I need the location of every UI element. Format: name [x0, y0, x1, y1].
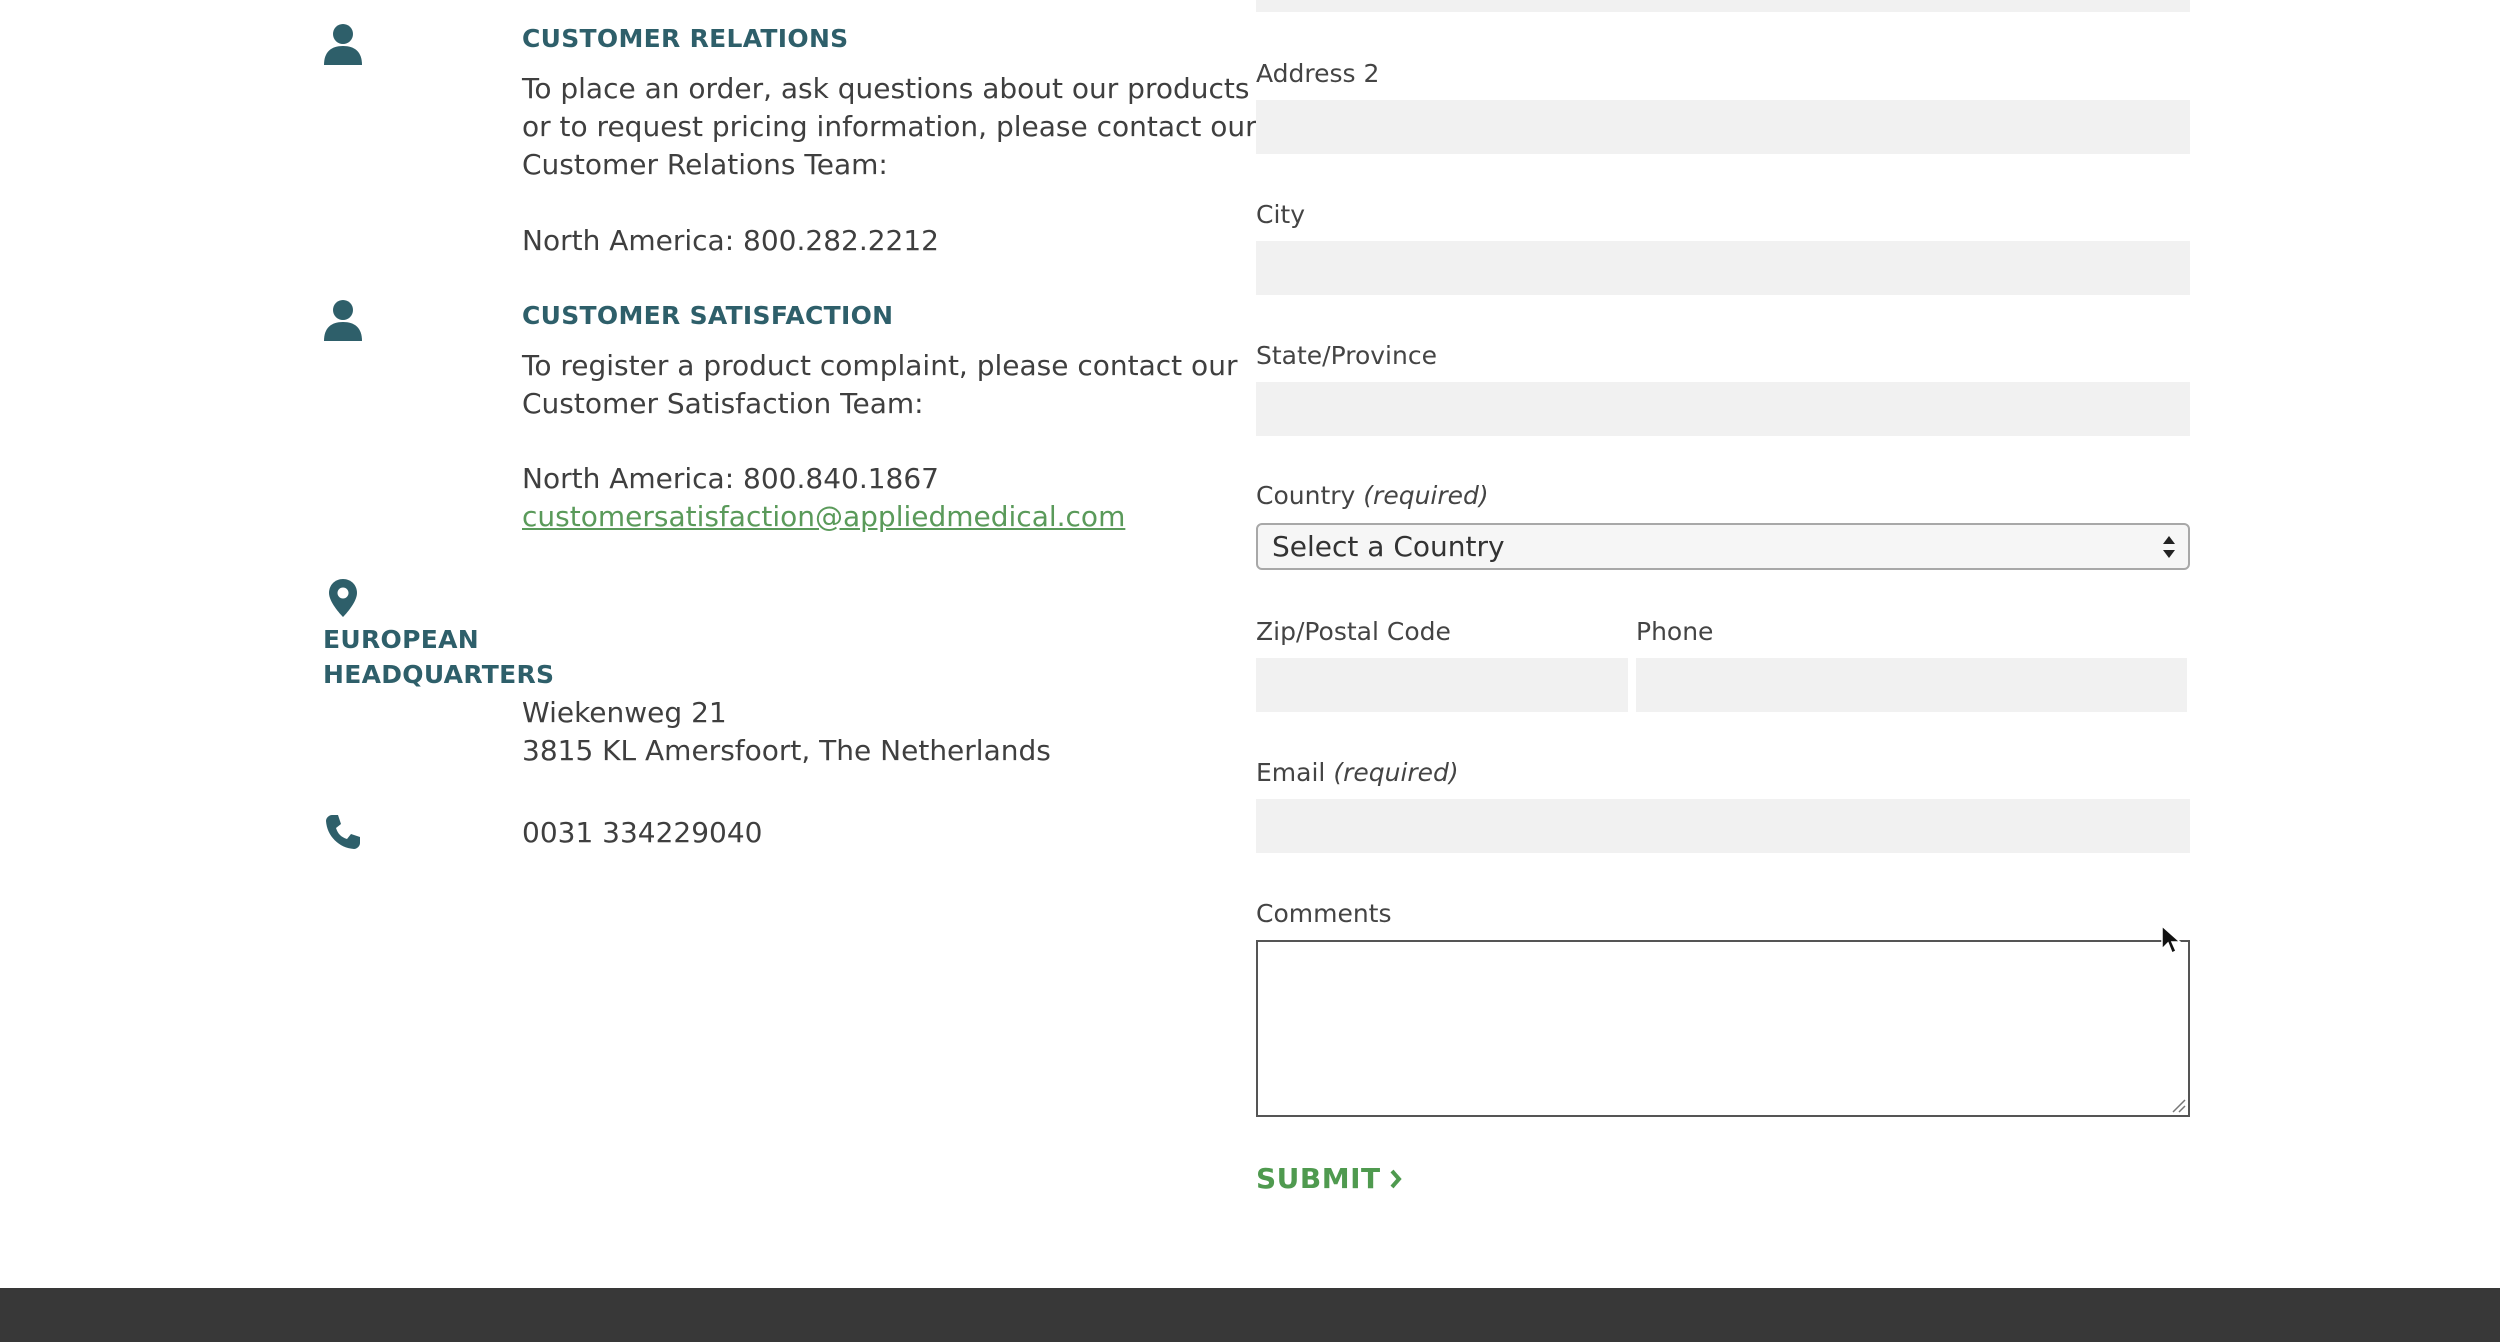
customer-relations-text-line-2: or to request pricing information, pleas…	[522, 110, 1257, 143]
customer-satisfaction-text-line-1: To register a product complaint, please …	[522, 349, 1238, 382]
country-select[interactable]: Select a Country	[1256, 523, 2190, 570]
submit-button[interactable]: SUBMIT	[1256, 1162, 1403, 1195]
customer-satisfaction-text-line-2: Customer Satisfaction Team:	[522, 387, 924, 420]
europe-phone-number: 0031 334229040	[522, 816, 763, 849]
mouse-cursor-icon	[2161, 924, 2182, 955]
phone-label: Phone	[1636, 617, 1714, 646]
customer-satisfaction-heading: CUSTOMER SATISFACTION	[522, 301, 894, 330]
city-input[interactable]	[1256, 241, 2190, 295]
chevron-right-icon	[1390, 1169, 1402, 1188]
european-hq-heading-line-1: EUROPEAN	[323, 625, 479, 654]
footer-bar	[0, 1288, 2500, 1342]
country-select-value: Select a Country	[1272, 530, 1505, 563]
country-required-note: (required)	[1363, 481, 1489, 510]
customer-relations-phone: North America: 800.282.2212	[522, 224, 939, 257]
city-label: City	[1256, 200, 1305, 229]
phone-input[interactable]	[1636, 658, 2187, 712]
email-input[interactable]	[1256, 799, 2190, 853]
country-label-text: Country	[1256, 481, 1356, 510]
customer-satisfaction-phone: North America: 800.840.1867	[522, 462, 939, 495]
comments-label: Comments	[1256, 899, 1392, 928]
phone-icon	[323, 808, 363, 856]
european-hq-heading: EUROPEAN HEADQUARTERS	[323, 622, 554, 692]
address2-label: Address 2	[1256, 59, 1380, 88]
address1-input-edge[interactable]	[1256, 0, 2190, 12]
customer-relations-text-line-1: To place an order, ask questions about o…	[522, 72, 1250, 105]
customer-relations-heading: CUSTOMER RELATIONS	[522, 24, 849, 53]
zip-label: Zip/Postal Code	[1256, 617, 1451, 646]
submit-label: SUBMIT	[1256, 1162, 1381, 1195]
map-pin-icon	[323, 574, 363, 622]
person-icon	[323, 296, 363, 344]
customer-satisfaction-email-link[interactable]: customersatisfaction@appliedmedical.com	[522, 498, 1125, 537]
comments-textarea[interactable]	[1256, 940, 2190, 1117]
state-input[interactable]	[1256, 382, 2190, 436]
state-label: State/Province	[1256, 341, 1437, 370]
zip-input[interactable]	[1256, 658, 1628, 712]
european-hq-heading-line-2: HEADQUARTERS	[323, 660, 555, 689]
country-label: Country (required)	[1256, 481, 1489, 510]
email-label-text: Email	[1256, 758, 1326, 787]
resize-grip-icon[interactable]	[2170, 1097, 2186, 1113]
address2-input[interactable]	[1256, 100, 2190, 154]
european-hq-address-line-2: 3815 KL Amersfoort, The Netherlands	[522, 734, 1051, 767]
european-hq-address-line-1: Wiekenweg 21	[522, 696, 727, 729]
email-label: Email (required)	[1256, 758, 1459, 787]
customer-relations-text-line-3: Customer Relations Team:	[522, 148, 888, 181]
email-required-note: (required)	[1333, 758, 1459, 787]
select-arrows-icon	[2163, 536, 2175, 558]
person-icon	[323, 20, 363, 68]
